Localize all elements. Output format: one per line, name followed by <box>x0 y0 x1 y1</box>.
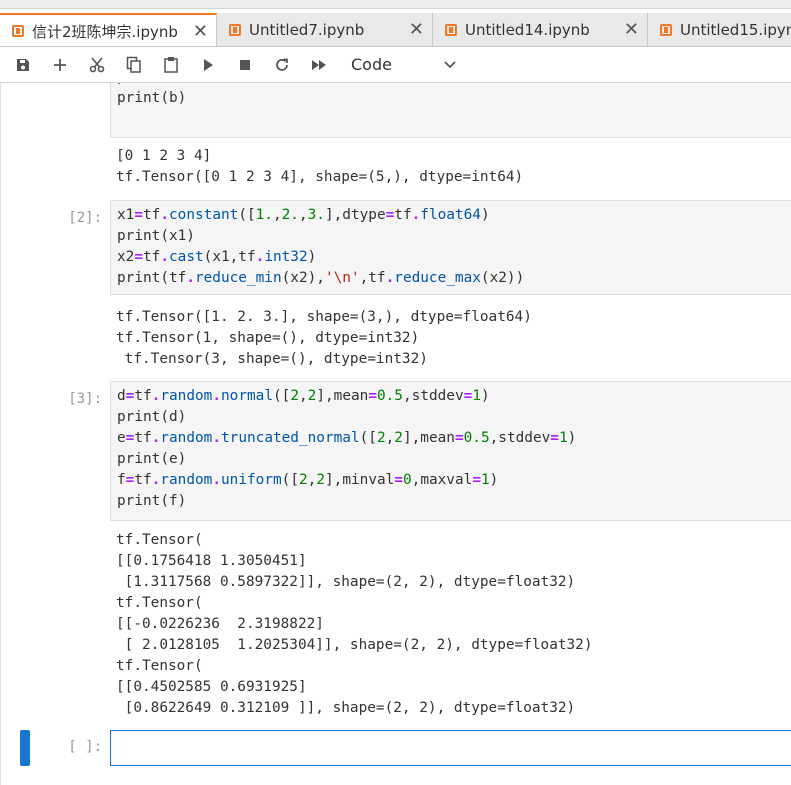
output-line: tf.Tensor([1. 2. 3.], shape=(3,), dtype=… <box>116 309 532 325</box>
output-line: [[0.1756418 1.3050451] <box>116 553 307 569</box>
tab-label: Untitled15.ipynb <box>680 20 791 39</box>
save-icon <box>16 58 29 71</box>
cell-type-label: Code <box>351 55 392 74</box>
cell-output: [0 1 2 3 4] tf.Tensor([0 1 2 3 4], shape=… <box>116 146 791 188</box>
run-all-button[interactable] <box>300 47 337 82</box>
fast-forward-icon <box>311 59 326 70</box>
cell-output: tf.Tensor([1. 2. 3.], shape=(3,), dtype=… <box>116 307 791 370</box>
cell-prompt: [2]: <box>68 210 102 226</box>
code-line: print(b) <box>117 90 187 106</box>
chevron-down-icon <box>444 60 456 68</box>
add-cell-button[interactable] <box>41 47 78 82</box>
output-line: tf.Tensor(1, shape=(), dtype=int32) <box>116 330 420 346</box>
code-cell-input[interactable]: x1=tf.constant([1.,2.,3.],dtype=tf.float… <box>110 200 791 295</box>
tab-label: 信计2班陈坤宗.ipynb <box>32 22 178 41</box>
restart-icon <box>275 58 288 71</box>
tab-label: Untitled7.ipynb <box>249 20 365 39</box>
empty-code-cell-input[interactable] <box>110 730 791 766</box>
tab-bar: 信计2班陈坤宗.ipynb ✕ Untitled7.ipynb ✕ Untitl… <box>0 13 791 47</box>
code-line: print(e) <box>117 451 187 467</box>
code-line: print(x1) <box>117 228 195 244</box>
cell-type-select[interactable]: Code <box>351 55 456 74</box>
run-button[interactable] <box>189 47 226 82</box>
code-line: f=tf.random.uniform([2,2],minval=0,maxva… <box>117 472 499 488</box>
cell-prompt: [ ]: <box>68 739 102 755</box>
output-line: tf.Tensor([0 1 2 3 4], shape=(5,), dtype… <box>116 169 524 185</box>
notebook-icon <box>12 25 24 37</box>
output-line: [ 2.0128105 1.2025304]], shape=(2, 2), d… <box>116 637 593 653</box>
notebook-icon <box>229 23 241 36</box>
tab-notebook-main[interactable]: 信计2班陈坤宗.ipynb ✕ <box>0 13 217 46</box>
cell-output: tf.Tensor( [[0.1756418 1.3050451] [1.3117… <box>116 530 791 719</box>
add-icon <box>53 58 66 71</box>
tab-label: Untitled14.ipynb <box>465 20 590 39</box>
notebook-panel: print(a)print(b) [0 1 2 3 4]tf.Tensor([0… <box>0 83 791 785</box>
output-line: [[0.4502585 0.6931925] <box>116 679 307 695</box>
stop-icon <box>239 59 250 70</box>
output-line: [0 1 2 3 4] <box>116 148 212 164</box>
code-line: print(tf.reduce_min(x2),'\n',tf.reduce_m… <box>117 270 525 286</box>
code-cell-input[interactable]: d=tf.random.normal([2,2],mean=0.5,stddev… <box>110 381 791 521</box>
close-icon[interactable]: ✕ <box>193 21 208 42</box>
code-line: d=tf.random.normal([2,2],mean=0.5,stddev… <box>117 388 490 404</box>
output-line: [[-0.0226236 2.3198822] <box>116 616 324 632</box>
cut-button[interactable] <box>78 47 115 82</box>
code-line: x2=tf.cast(x1,tf.int32) <box>117 249 317 265</box>
code-cell-input[interactable]: print(a)print(b) <box>110 83 791 138</box>
close-icon[interactable]: ✕ <box>624 19 639 40</box>
output-line: tf.Tensor( <box>116 658 203 674</box>
tab-untitled14[interactable]: Untitled14.ipynb ✕ <box>433 13 648 46</box>
run-icon <box>203 58 213 71</box>
stop-button[interactable] <box>226 47 263 82</box>
panel-left-border <box>0 83 1 785</box>
tab-untitled7[interactable]: Untitled7.ipynb ✕ <box>217 13 433 46</box>
tab-untitled15[interactable]: Untitled15.ipynb <box>648 13 791 46</box>
notebook-icon <box>445 23 457 36</box>
output-line: [1.3117568 0.5897322]], shape=(2, 2), dt… <box>116 574 576 590</box>
notebook-toolbar: Code <box>0 47 791 83</box>
active-cell-indicator <box>20 730 30 766</box>
cell-prompt: [3]: <box>68 391 102 407</box>
code-line: e=tf.random.truncated_normal([2,2],mean=… <box>117 430 577 446</box>
copy-button[interactable] <box>115 47 152 82</box>
paste-icon <box>163 56 178 73</box>
close-icon[interactable]: ✕ <box>409 19 424 40</box>
save-button[interactable] <box>4 47 41 82</box>
output-line: [0.8622649 0.312109 ]], shape=(2, 2), dt… <box>116 700 576 716</box>
code-line: print(f) <box>117 493 187 509</box>
notebook-icon <box>660 23 672 36</box>
output-line: tf.Tensor( <box>116 532 203 548</box>
code-line: print(d) <box>117 409 187 425</box>
cut-icon <box>89 56 104 72</box>
window-top-strip <box>0 0 791 9</box>
output-line: tf.Tensor( <box>116 595 203 611</box>
paste-button[interactable] <box>152 47 189 82</box>
output-line: tf.Tensor(3, shape=(), dtype=int32) <box>116 351 428 367</box>
restart-button[interactable] <box>263 47 300 82</box>
copy-icon <box>126 56 141 73</box>
code-line: x1=tf.constant([1.,2.,3.],dtype=tf.float… <box>117 207 490 223</box>
